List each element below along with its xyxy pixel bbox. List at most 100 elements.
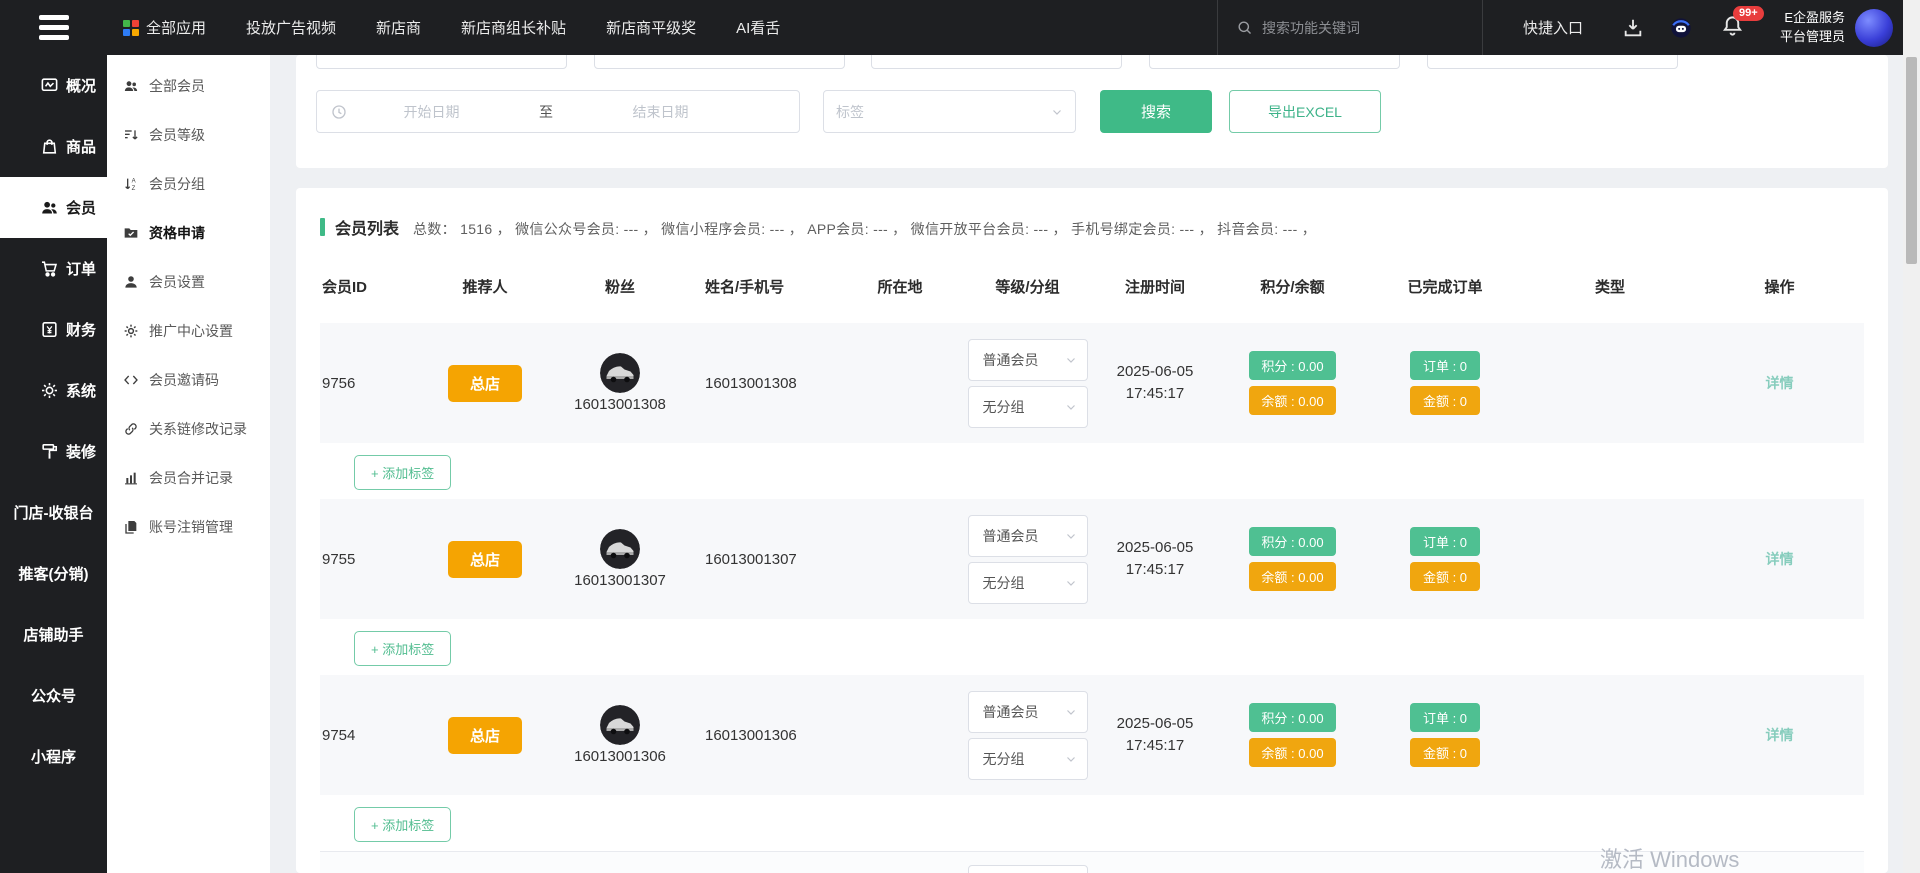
level-select[interactable]: 普通会员 [968,515,1088,557]
filter-input-3[interactable] [871,55,1122,69]
member-avatar[interactable] [600,529,640,569]
level-select[interactable]: 普通会员 [968,691,1088,733]
sidebar-item-decorate[interactable]: 装修 [0,421,107,482]
submenu-promotion-center-settings[interactable]: 推广中心设置 [107,306,270,355]
sidebar-item-goods[interactable]: 商品 [0,116,107,177]
submenu-relation-chain-log[interactable]: 关系链修改记录 [107,404,270,453]
download-icon[interactable] [1622,17,1644,39]
sidebar-item-system[interactable]: 系统 [0,360,107,421]
sort-amount-icon [123,127,139,143]
add-tag-button[interactable]: + 添加标签 [354,631,451,666]
svg-text:A: A [132,178,136,184]
member-avatar[interactable] [600,353,640,393]
nav-ad-video[interactable]: 投放广告视频 [246,17,336,38]
sidebar-item-distribution[interactable]: 推客(分销) [0,543,107,604]
sidebar-item-overview[interactable]: 概况 [0,55,107,116]
list-stats: 总数： 1516 ， 微信公众号会员: --- ， 微信小程序会员: --- ，… [413,219,1316,239]
register-time: 2025-06-05 17:45:17 [1090,713,1220,758]
paint-roller-icon [40,442,59,461]
register-time: 2025-06-05 17:45:17 [1090,537,1220,582]
fans-number: 16013001308 [574,396,666,413]
tag-row: + 添加标签 [320,443,1864,499]
notifications-button[interactable]: 99+ [1721,14,1744,42]
referrer-badge[interactable]: 总店 [448,365,522,402]
table-row: 9754 总店 16013001306 16013001306 普通会员 无分组 [320,675,1864,795]
submenu-member-groups[interactable]: AZ 会员分组 [107,159,270,208]
account-company: E企盈服务 [1780,9,1845,28]
page-scrollbar[interactable] [1903,0,1920,873]
primary-sidebar: 概况 商品 会员 订单 财务 系统 装修 门店-收银台 推客(分销) 店铺助手 … [0,55,107,873]
level-group-cell: 普通会员 无分组 [965,339,1090,428]
global-search-input[interactable]: 搜索功能关键词 [1217,0,1483,55]
menu-toggle-button[interactable] [0,0,107,55]
group-select[interactable]: 无分组 [968,738,1088,780]
sidebar-item-store-cashier[interactable]: 门店-收银台 [0,482,107,543]
referrer-badge[interactable]: 总店 [448,541,522,578]
submenu-account-cancellation[interactable]: 账号注销管理 [107,502,270,551]
nav-peer-award[interactable]: 新店商平级奖 [606,17,696,38]
referrer-badge[interactable]: 总店 [448,717,522,754]
sidebar-item-members[interactable]: 会员 [0,177,107,238]
filter-input-4[interactable] [1149,55,1400,69]
account-menu[interactable]: E企盈服务 平台管理员 [1780,9,1903,47]
search-button[interactable]: 搜索 [1100,90,1212,133]
orders-cell: 订单 : 0 金额 : 0 [1365,351,1525,415]
submenu-all-members[interactable]: 全部会员 [107,61,270,110]
filter-input-2[interactable] [594,55,845,69]
points-badge: 积分 : 0.00 [1249,527,1335,556]
group-select[interactable]: 无分组 [968,562,1088,604]
quick-entry-link[interactable]: 快捷入口 [1523,17,1583,38]
table-header: 会员ID 推荐人 粉丝 姓名/手机号 所在地 等级/分组 注册时间 积分/余额 … [320,269,1864,303]
submenu-member-levels[interactable]: 会员等级 [107,110,270,159]
table-row-partial [320,851,1864,873]
col-member-id: 会员ID [320,276,415,297]
assistant-icon[interactable] [1670,17,1692,39]
name-phone: 16013001306 [685,727,835,744]
nav-all-apps[interactable]: 全部应用 [123,17,206,38]
sidebar-item-mini-program[interactable]: 小程序 [0,726,107,787]
date-end-placeholder: 结束日期 [576,102,745,122]
scrollbar-thumb[interactable] [1906,57,1917,264]
add-tag-button[interactable]: + 添加标签 [354,807,451,842]
sidebar-item-official-account[interactable]: 公众号 [0,665,107,726]
fans-number: 16013001306 [574,748,666,765]
col-location: 所在地 [835,276,965,297]
add-tag-button[interactable]: + 添加标签 [354,455,451,490]
fans-cell: 16013001306 [555,705,685,765]
detail-link[interactable]: 详情 [1766,727,1794,743]
filter-input-1[interactable] [316,55,567,69]
level-group-cell: 普通会员 无分组 [965,691,1090,780]
filter-input-5[interactable] [1427,55,1678,69]
level-select[interactable]: 普通会员 [968,339,1088,381]
member-id: 9755 [320,551,415,568]
submenu-invite-code[interactable]: 会员邀请码 [107,355,270,404]
date-range-picker[interactable]: 开始日期 至 结束日期 [316,90,800,133]
detail-link[interactable]: 详情 [1766,375,1794,391]
chevron-down-icon [1065,577,1077,589]
submenu-member-settings[interactable]: 会员设置 [107,257,270,306]
level-select[interactable] [968,865,1088,873]
hamburger-icon [39,15,69,20]
submenu-qualification-apply[interactable]: 资格申请 [107,208,270,257]
col-points-balance: 积分/余额 [1220,276,1365,297]
nav-leader-subsidy[interactable]: 新店商组长补贴 [461,17,566,38]
sidebar-item-finance[interactable]: 财务 [0,299,107,360]
member-avatar[interactable] [600,705,640,745]
group-select[interactable]: 无分组 [968,386,1088,428]
nav-new-shop[interactable]: 新店商 [376,17,421,38]
tag-select[interactable]: 标签 [823,90,1076,133]
chevron-down-icon [1065,354,1077,366]
nav-ai-tongue[interactable]: AI看舌 [736,17,780,38]
chevron-down-icon [1065,706,1077,718]
sidebar-item-shop-assistant[interactable]: 店铺助手 [0,604,107,665]
submenu-merge-log[interactable]: 会员合并记录 [107,453,270,502]
detail-link[interactable]: 详情 [1766,551,1794,567]
goods-icon [40,137,59,156]
export-excel-button[interactable]: 导出EXCEL [1229,90,1381,133]
amount-badge: 金额 : 0 [1410,738,1480,767]
balance-badge: 余额 : 0.00 [1249,386,1335,415]
sidebar-item-orders[interactable]: 订单 [0,238,107,299]
tag-row: + 添加标签 [320,795,1864,851]
users-icon [123,78,139,94]
level-group-cell: 普通会员 无分组 [965,515,1090,604]
